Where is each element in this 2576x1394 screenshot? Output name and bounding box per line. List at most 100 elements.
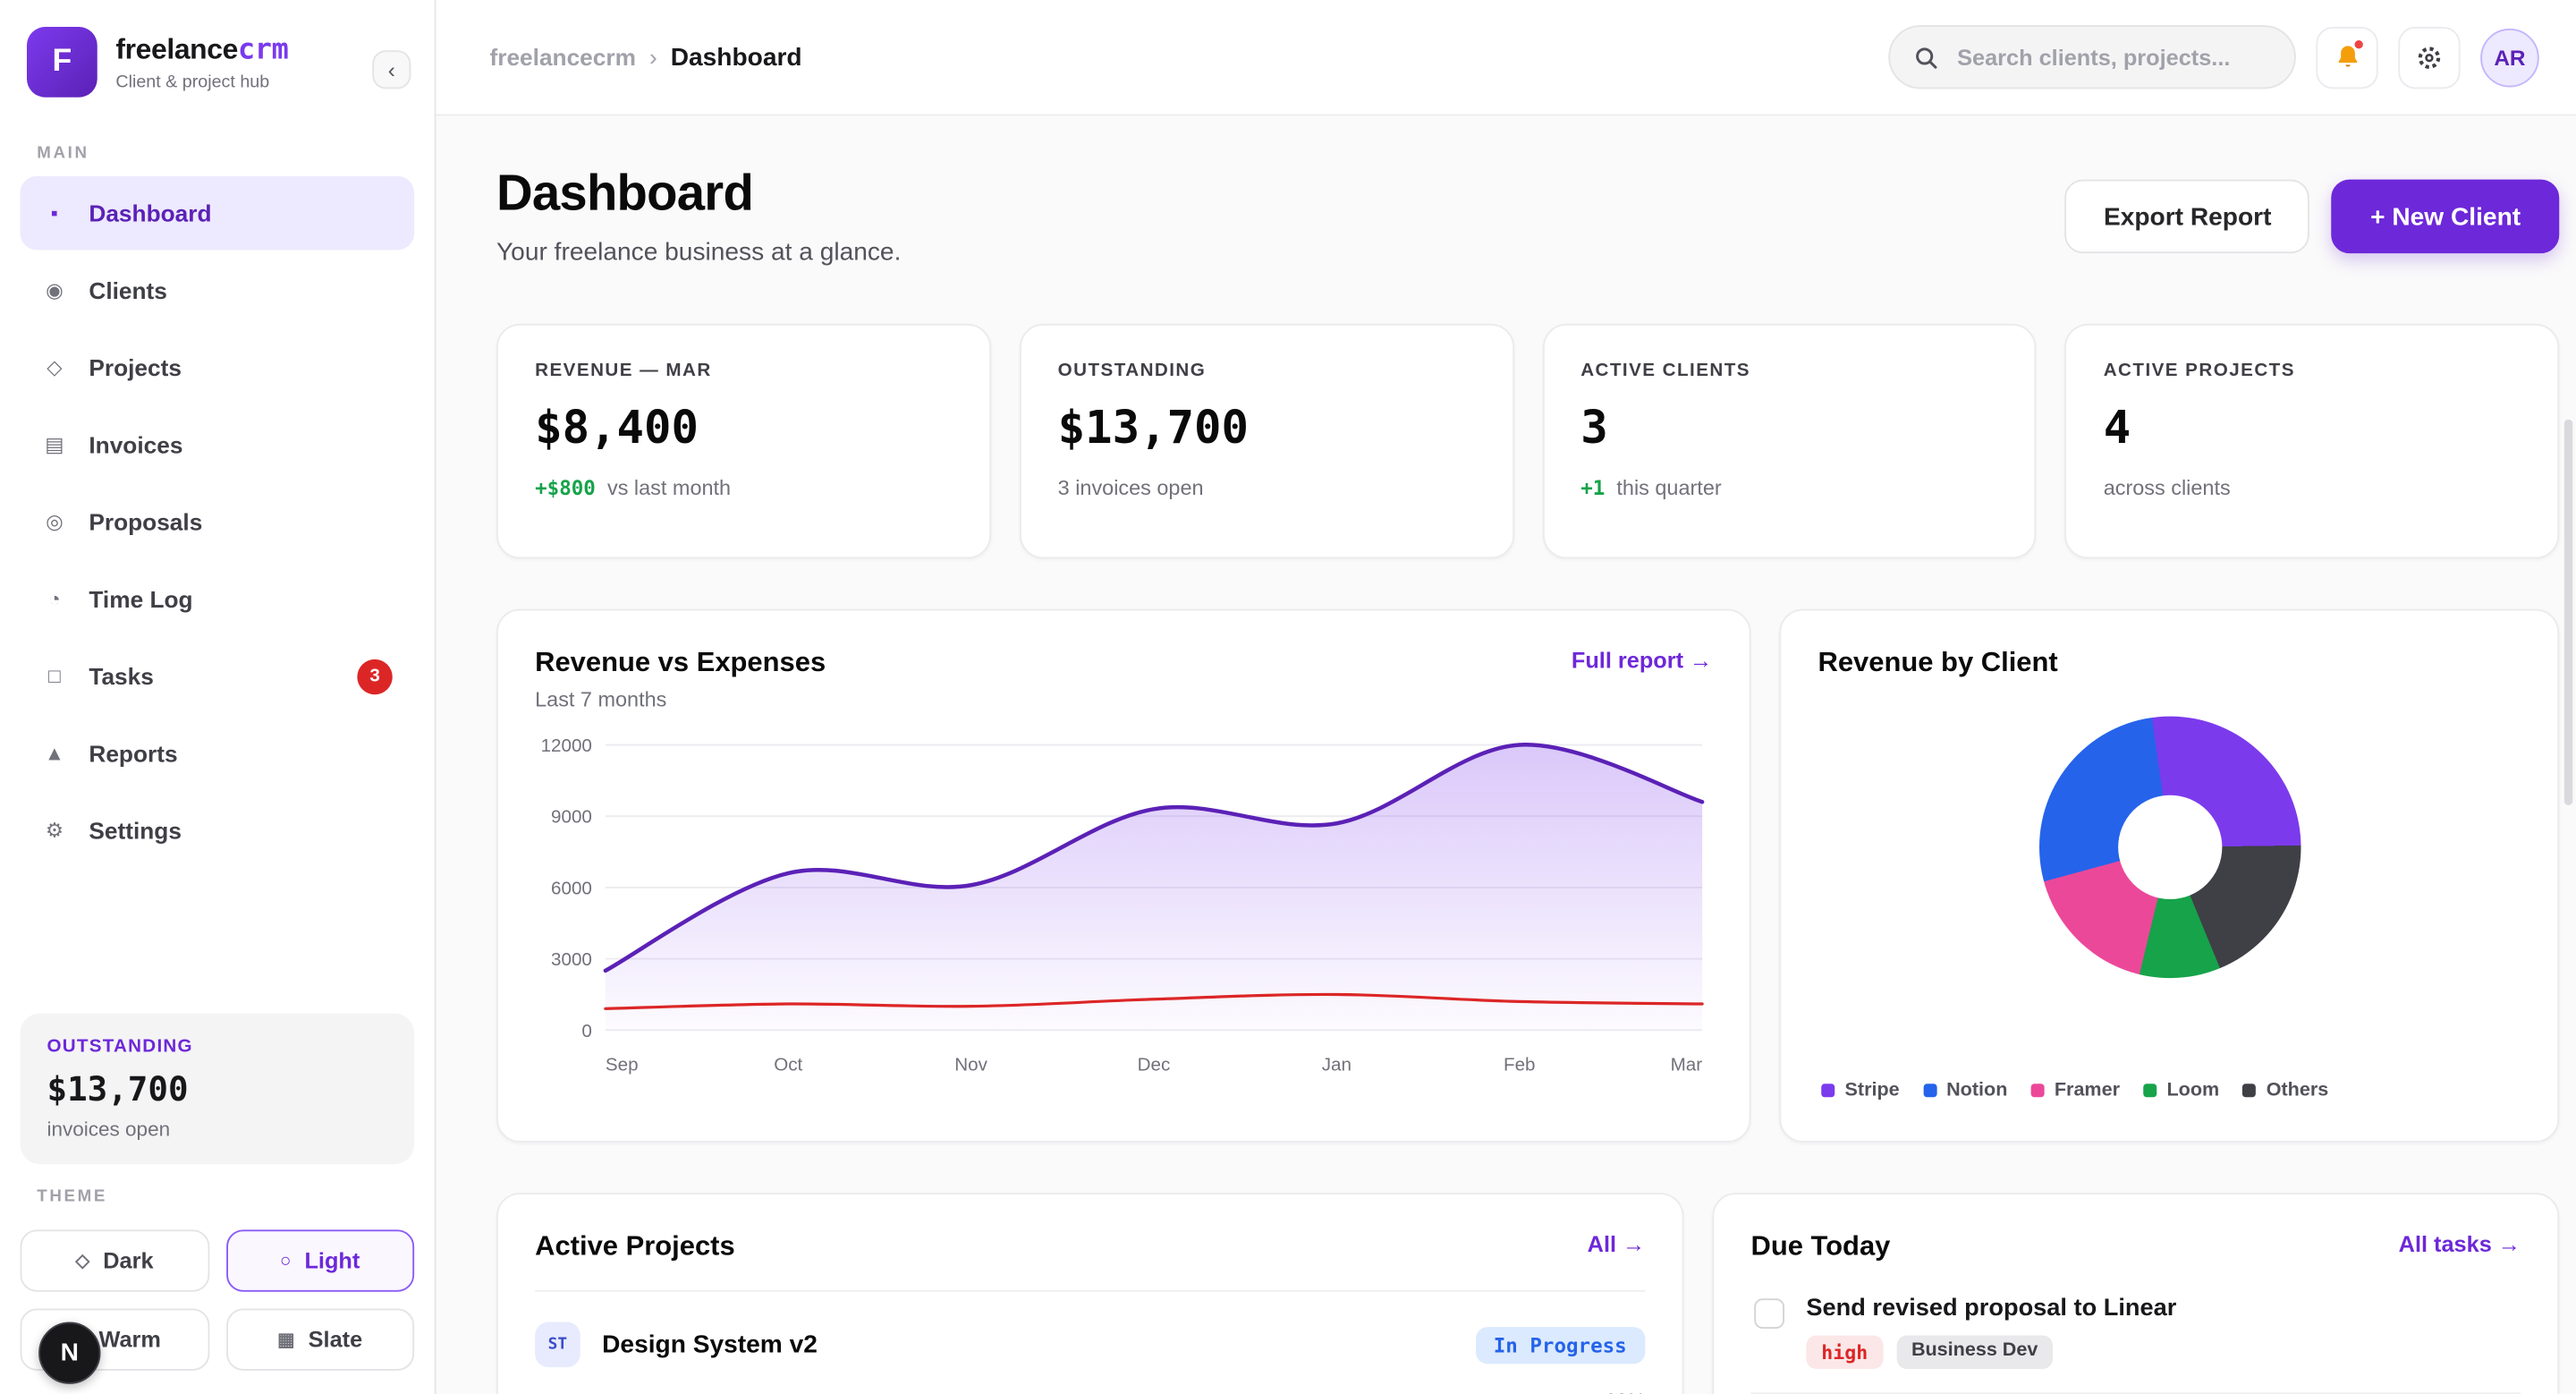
task-checkbox[interactable] (1754, 1298, 1784, 1329)
outstanding-caption: invoices open (47, 1118, 388, 1141)
full-report-link[interactable]: Full report → (1572, 648, 1713, 673)
sidebar-item-reports[interactable]: ▲ Reports (21, 717, 415, 791)
export-report-button[interactable]: Export Report (2065, 180, 2310, 254)
stat-value: 3 (1580, 403, 1997, 455)
card-title: Due Today (1751, 1231, 1891, 1263)
sidebar-nav: ▪ Dashboard ◉ Clients ◇ Projects ▤ Invoi… (0, 176, 435, 868)
tasks-icon: □ (42, 665, 67, 688)
project-avatar: ST (535, 1322, 580, 1368)
breadcrumb-current: Dashboard (671, 43, 802, 72)
search-input[interactable] (1953, 43, 2270, 72)
progress-label: 60% (1528, 1390, 1645, 1394)
svg-text:0: 0 (581, 1021, 591, 1041)
sidebar-item-label: Proposals (89, 508, 202, 535)
app-window: F freelancecrm Client & project hub ‹ MA… (0, 0, 2576, 1394)
sidebar-item-projects[interactable]: ◇ Projects (21, 330, 415, 404)
line-chart: 030006000900012000SepOctNovDecJanFebMar (535, 721, 1716, 1110)
sidebar-item-proposals[interactable]: ◎ Proposals (21, 485, 415, 559)
chevron-left-icon: ‹ (388, 57, 395, 82)
revenue-by-client-card: Revenue by Client Stripe Notion Framer L… (1779, 609, 2559, 1143)
legend-swatch (2143, 1084, 2157, 1097)
search-icon (1913, 45, 1938, 70)
notifications-button[interactable] (2316, 26, 2377, 88)
svg-text:3000: 3000 (551, 949, 592, 970)
legend-item: Others (2242, 1081, 2328, 1101)
due-today-card: Due Today All tasks → Send revised propo… (1712, 1193, 2559, 1394)
sidebar-item-label: Clients (89, 276, 167, 303)
page-title: Dashboard (496, 166, 901, 224)
gear-icon (2415, 43, 2444, 72)
sidebar-item-label: Dashboard (89, 200, 211, 226)
reports-icon: ▲ (42, 742, 67, 765)
brand-logo: F (27, 27, 97, 98)
sidebar-item-tasks[interactable]: □ Tasks 3 (21, 639, 415, 713)
project-row[interactable]: ST Design System v2 In Progress 60% (535, 1322, 1645, 1394)
sidebar-item-dashboard[interactable]: ▪ Dashboard (21, 176, 415, 251)
svg-text:Dec: Dec (1138, 1054, 1171, 1075)
sidebar-item-invoices[interactable]: ▤ Invoices (21, 408, 415, 482)
legend-item: Notion (1923, 1081, 2008, 1101)
svg-text:Oct: Oct (774, 1054, 802, 1075)
task-row: Send revised proposal to Linear high Bus… (1751, 1270, 2521, 1394)
light-theme-icon: ○ (280, 1251, 291, 1271)
sidebar-item-settings[interactable]: ⚙ Settings (21, 794, 415, 868)
theme-button-dark[interactable]: ◇ Dark (21, 1229, 209, 1291)
main-area: freelancecrm › Dashboard (436, 0, 2576, 1394)
settings-button[interactable] (2398, 26, 2460, 88)
svg-text:Feb: Feb (1504, 1054, 1536, 1075)
theme-button-slate[interactable]: ▦ Slate (225, 1309, 414, 1371)
project-status-badge: In Progress (1475, 1326, 1645, 1363)
task-title: Send revised proposal to Linear (1806, 1296, 2176, 1322)
stat-value: $13,700 (1058, 403, 1475, 455)
stat-value: $8,400 (535, 403, 952, 455)
stat-delta: +$800 (535, 477, 596, 500)
svg-text:12000: 12000 (541, 735, 592, 756)
sidebar-item-time-log[interactable]: ◔ Time Log (21, 562, 415, 636)
donut-chart (2038, 717, 2301, 979)
dev-overlay-badge[interactable]: N (38, 1322, 100, 1384)
legend-item: Loom (2143, 1081, 2219, 1101)
stat-label: OUTSTANDING (1058, 361, 1475, 381)
brand: F freelancecrm Client & project hub ‹ (0, 0, 435, 121)
revenue-expenses-chart-card: Revenue vs Expenses Last 7 months Full r… (496, 609, 1751, 1143)
stat-caption: vs last month (607, 477, 731, 500)
svg-text:Nov: Nov (954, 1054, 987, 1075)
global-search[interactable] (1888, 25, 2296, 89)
sidebar-item-clients[interactable]: ◉ Clients (21, 253, 415, 327)
priority-tag: high (1806, 1336, 1883, 1370)
all-tasks-link[interactable]: All tasks → (2399, 1231, 2521, 1256)
stat-card-outstanding: OUTSTANDING $13,700 3 invoices open (1020, 324, 1514, 559)
breadcrumb-root[interactable]: freelancecrm (490, 44, 636, 71)
svg-text:Sep: Sep (606, 1054, 639, 1075)
stat-delta: +1 (1580, 477, 1605, 500)
theme-button-light[interactable]: ○ Light (225, 1229, 414, 1291)
dark-theme-icon: ◇ (75, 1250, 89, 1271)
stat-card-active-projects: ACTIVE PROJECTS 4 across clients (2065, 324, 2560, 559)
all-projects-link[interactable]: All → (1588, 1231, 1646, 1256)
sidebar-collapse-button[interactable]: ‹ (372, 50, 411, 89)
new-client-button[interactable]: + New Client (2332, 180, 2559, 254)
breadcrumb-separator: › (649, 44, 657, 71)
project-name: Design System v2 (602, 1330, 818, 1359)
stat-label: ACTIVE CLIENTS (1580, 361, 1997, 381)
brand-name: freelancecrm (115, 33, 288, 67)
svg-text:9000: 9000 (551, 807, 592, 828)
sidebar: F freelancecrm Client & project hub ‹ MA… (0, 0, 436, 1394)
theme-label: Slate (309, 1327, 363, 1352)
svg-text:6000: 6000 (551, 878, 592, 898)
clock-icon: ◔ (42, 587, 67, 610)
card-title: Active Projects (535, 1231, 735, 1263)
stat-card-active-clients: ACTIVE CLIENTS 3 +1this quarter (1542, 324, 2037, 559)
legend-swatch (1923, 1084, 1936, 1097)
sidebar-item-label: Projects (89, 354, 182, 381)
stat-caption: 3 invoices open (1058, 477, 1204, 500)
stat-value: 4 (2104, 403, 2521, 455)
outstanding-summary-card: OUTSTANDING $13,700 invoices open (21, 1014, 415, 1165)
user-avatar[interactable]: AR (2480, 28, 2539, 87)
invoices-icon: ▤ (42, 433, 67, 456)
page-scrollbar[interactable] (2564, 420, 2572, 805)
stat-caption: across clients (2104, 477, 2231, 500)
legend-swatch (1821, 1084, 1835, 1097)
sidebar-item-label: Settings (89, 817, 182, 844)
gear-icon: ⚙ (42, 819, 67, 842)
